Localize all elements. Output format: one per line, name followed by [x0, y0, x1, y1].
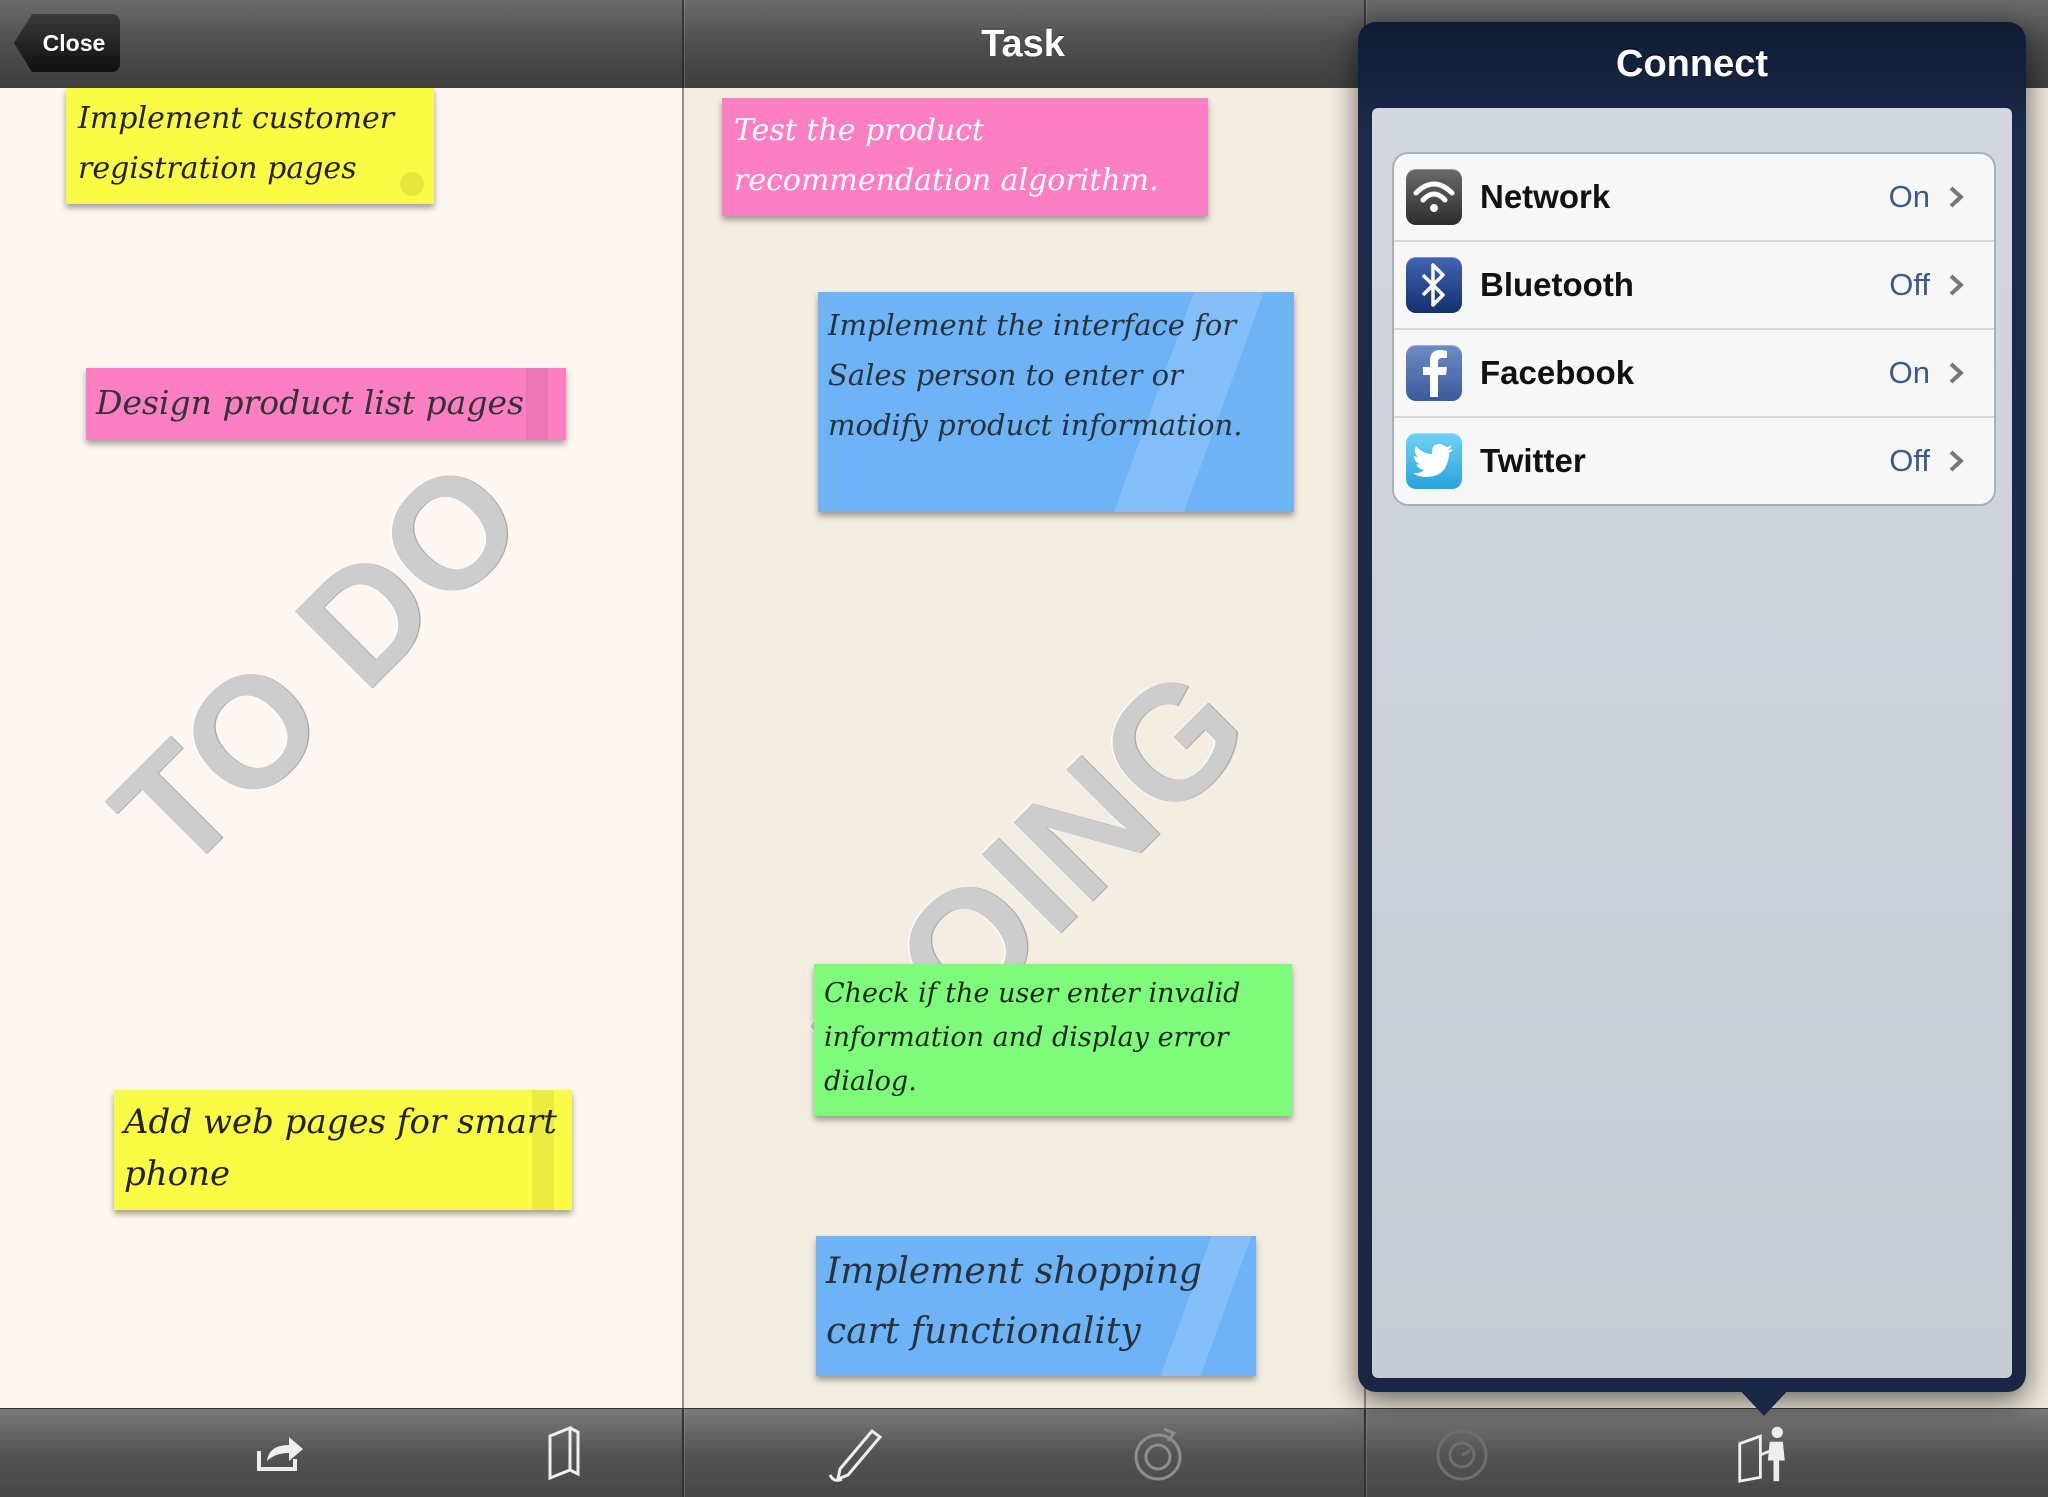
note-text: Implement customer registration pages: [78, 101, 395, 186]
twitter-row[interactable]: Twitter Off: [1394, 416, 1994, 504]
facebook-label: Facebook: [1480, 354, 1635, 391]
bluetooth-label: Bluetooth: [1480, 266, 1634, 303]
facebook-row[interactable]: Facebook On: [1394, 328, 1994, 416]
sticky-note[interactable]: Implement the interface for Sales person…: [818, 292, 1294, 512]
popover-content: Network On Bluetooth Off Facebook On Twi…: [1372, 108, 2012, 1378]
network-row[interactable]: Network On: [1394, 154, 1994, 240]
sync-icon[interactable]: [1432, 1423, 1492, 1483]
sticky-note[interactable]: Add web pages for smart phone: [114, 1090, 572, 1210]
timer-icon[interactable]: [1128, 1423, 1188, 1483]
twitter-icon: [1406, 433, 1462, 489]
note-text: Implement the interface for Sales person…: [828, 308, 1243, 442]
sticky-note[interactable]: Check if the user enter invalid informat…: [814, 964, 1292, 1116]
toolbar-divider: [1364, 1409, 1366, 1497]
note-text: Design product list pages: [96, 383, 524, 422]
sticky-note[interactable]: Test the product recommendation algorith…: [722, 98, 1208, 216]
wifi-icon: [1406, 169, 1462, 225]
close-button[interactable]: Close: [14, 14, 120, 72]
bluetooth-row[interactable]: Bluetooth Off: [1394, 240, 1994, 328]
todo-column: TO DO: [0, 88, 682, 1408]
doing-column: DOING: [684, 88, 1364, 1408]
page-title: Task: [981, 23, 1065, 65]
facebook-icon: [1406, 345, 1462, 401]
sticky-note[interactable]: Design product list pages: [86, 368, 566, 440]
toolbar-divider: [682, 1409, 684, 1497]
chevron-right-icon: [1948, 361, 1972, 385]
network-label: Network: [1480, 178, 1611, 215]
bluetooth-status: Off: [1889, 267, 1930, 302]
popover-title: Connect: [1616, 43, 1768, 85]
bottom-toolbar: [0, 1408, 2048, 1497]
note-text: Implement shopping cart functionality: [826, 1251, 1202, 1352]
chevron-right-icon: [1948, 273, 1972, 297]
twitter-status: Off: [1889, 443, 1930, 478]
todo-watermark: TO DO: [79, 427, 556, 904]
book-icon[interactable]: [534, 1423, 594, 1483]
note-text: Test the product recommendation algorith…: [734, 113, 1159, 198]
sticky-note[interactable]: Implement shopping cart functionality: [816, 1236, 1256, 1376]
twitter-label: Twitter: [1480, 442, 1586, 479]
note-text: Add web pages for smart phone: [124, 1102, 557, 1194]
chevron-right-icon: [1948, 185, 1972, 209]
network-status: On: [1888, 179, 1930, 214]
connection-list: Network On Bluetooth Off Facebook On Twi…: [1392, 152, 1996, 506]
connect-popover: Connect Network On Bluetooth Off Faceboo…: [1358, 22, 2026, 1392]
share-icon[interactable]: [250, 1423, 310, 1483]
note-decoration: [400, 172, 424, 196]
sticky-note[interactable]: Implement customer registration pages: [66, 88, 434, 204]
popover-arrow: [1736, 1386, 1792, 1416]
chevron-right-icon: [1948, 449, 1972, 473]
facebook-status: On: [1888, 355, 1930, 390]
pen-icon[interactable]: [826, 1423, 886, 1483]
note-text: Check if the user enter invalid informat…: [824, 978, 1241, 1097]
exit-icon[interactable]: [1736, 1423, 1796, 1483]
bluetooth-icon: [1406, 257, 1462, 313]
